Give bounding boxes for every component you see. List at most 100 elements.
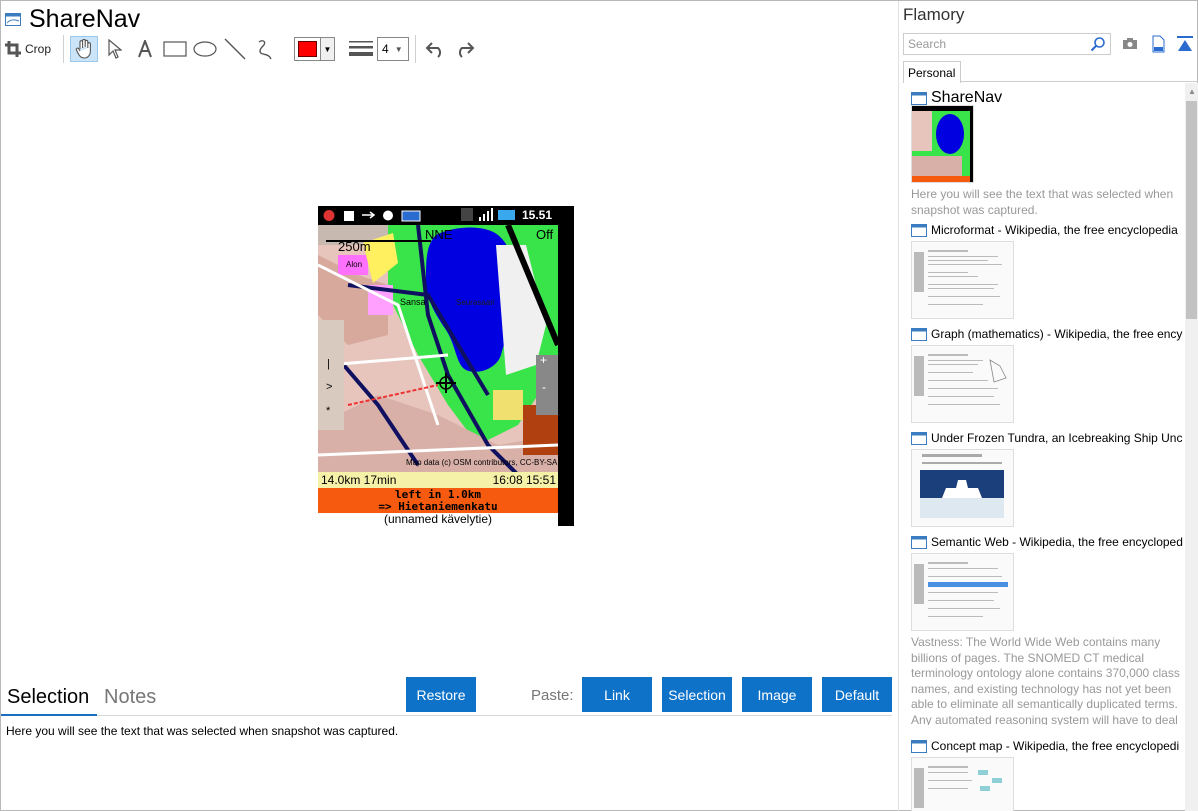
- window-title: ShareNav: [29, 5, 141, 33]
- text-tool-button[interactable]: [132, 36, 158, 62]
- freehand-icon: [258, 40, 272, 60]
- map-off-label: Off: [536, 227, 554, 242]
- map-zoom-in: +: [540, 353, 548, 367]
- document-icon[interactable]: [1149, 35, 1167, 53]
- crop-button[interactable]: Crop: [5, 36, 57, 62]
- webpage-thumbnail-image: [914, 766, 1002, 808]
- entry-title: Graph (mathematics) - Wikipedia, the fre…: [931, 327, 1183, 341]
- ellipse-tool-button[interactable]: [192, 36, 218, 62]
- drawing-toolbar: Crop ▼ 4 ▼: [5, 35, 482, 63]
- status-time: 15.51: [521, 208, 552, 222]
- color-picker[interactable]: ▼: [294, 37, 336, 61]
- entry-thumbnail: [911, 345, 1014, 423]
- paste-link-button[interactable]: Link: [582, 677, 652, 712]
- window-title-bar: ShareNav: [5, 5, 140, 33]
- camera-icon[interactable]: [1121, 35, 1139, 53]
- paste-default-button[interactable]: Default: [822, 677, 892, 712]
- map-attribution: Map data (c) OSM contributors, CC-BY-SA: [406, 458, 558, 467]
- snapshot-entry[interactable]: Microformat - Wikipedia, the free encycl…: [911, 222, 1183, 319]
- app-window: ShareNav Crop ▼ 4 ▼ 15.51 250m NNE Off S…: [0, 0, 1198, 811]
- line-icon: [224, 38, 246, 60]
- active-tab-indicator: [1, 714, 97, 716]
- app-window-icon: [5, 12, 21, 26]
- search-icon[interactable]: [1090, 36, 1106, 52]
- chevron-down-icon: ▼: [320, 38, 335, 60]
- pointer-icon: [108, 39, 123, 59]
- restore-button[interactable]: Restore: [406, 677, 476, 712]
- signal-icons: [461, 208, 515, 221]
- pin-top-icon[interactable]: [1176, 35, 1194, 53]
- undo-button[interactable]: [422, 36, 448, 62]
- page-icon: [911, 223, 927, 237]
- search-input[interactable]: Search: [903, 33, 1111, 55]
- undo-icon: [425, 42, 441, 58]
- crop-label: Crop: [25, 42, 52, 56]
- phone-status-bar: 15.51: [318, 206, 558, 225]
- snapshot-entry[interactable]: Semantic Web - Wikipedia, the free encyc…: [911, 534, 1183, 725]
- editor-pane: ShareNav Crop ▼ 4 ▼ 15.51 250m NNE Off S…: [1, 1, 898, 811]
- freehand-tool-button[interactable]: [252, 36, 278, 62]
- hand-icon: [75, 39, 91, 59]
- paste-image-button[interactable]: Image: [742, 677, 812, 712]
- snapshot-image[interactable]: 15.51 250m NNE Off Seurasaari Alon Sansa…: [318, 206, 574, 526]
- tab-divider: [961, 81, 1198, 82]
- page-icon: [911, 91, 927, 105]
- snapshot-entry[interactable]: Graph (mathematics) - Wikipedia, the fre…: [911, 326, 1183, 423]
- map-scale-label: 250m: [338, 239, 371, 254]
- snapshot-entry[interactable]: ShareNav Here you will see the text that…: [911, 89, 1183, 218]
- redo-icon: [459, 42, 475, 58]
- sidebar-scrollbar[interactable]: ▲: [1185, 83, 1198, 811]
- entry-thumbnail: [911, 241, 1014, 319]
- tab-notes[interactable]: Notes: [104, 684, 156, 710]
- trip-info-bar: 14.0km 17min 16:08 15:51: [318, 472, 558, 488]
- page-icon: [911, 327, 927, 341]
- ship-thumbnail-image: [920, 454, 1004, 518]
- entry-title: Microformat - Wikipedia, the free encycl…: [931, 223, 1178, 237]
- webpage-thumbnail-image: [914, 250, 1002, 305]
- line-width-selector[interactable]: 4 ▼: [349, 37, 410, 61]
- page-icon: [911, 535, 927, 549]
- rectangle-tool-button[interactable]: [162, 36, 188, 62]
- hand-tool-button[interactable]: [70, 36, 99, 62]
- tab-divider: [97, 715, 892, 716]
- page-icon: [911, 431, 927, 445]
- snapshot-entry[interactable]: Under Frozen Tundra, an Icebreaking Ship…: [911, 430, 1183, 527]
- map-thumbnail-image: [912, 106, 973, 182]
- webpage-thumbnail-image: [914, 562, 1008, 617]
- map-side-button: |: [327, 358, 330, 370]
- pointer-tool-button[interactable]: [102, 36, 128, 62]
- line-width-value: 4: [382, 42, 389, 56]
- page-icon: [911, 739, 927, 753]
- chevron-up-icon[interactable]: ▲: [1188, 87, 1196, 96]
- entry-title: Semantic Web - Wikipedia, the free encyc…: [931, 535, 1183, 549]
- redo-button[interactable]: [452, 36, 478, 62]
- toolbar-divider: [63, 35, 65, 63]
- entry-description: Vastness: The World Wide Web contains ma…: [911, 635, 1180, 725]
- scrollbar-thumb[interactable]: [1186, 101, 1197, 319]
- entry-title: Concept map - Wikipedia, the free encycl…: [931, 739, 1180, 753]
- tab-personal[interactable]: Personal: [903, 61, 961, 83]
- tab-selection[interactable]: Selection: [7, 684, 89, 710]
- status-icons: [323, 210, 421, 222]
- map-side-button: >: [326, 381, 333, 393]
- sidebar-title: Flamory: [903, 5, 965, 24]
- trip-distance: 14.0km 17min: [321, 473, 397, 487]
- entry-thumbnail: [911, 757, 1014, 811]
- entry-thumbnail: [911, 105, 974, 183]
- entry-thumbnail: [911, 449, 1014, 527]
- current-street: (unnamed kävelytie): [318, 513, 558, 526]
- trip-time: 16:08 15:51: [492, 473, 556, 487]
- flamory-sidebar: Flamory Search Personal ▲ ShareNav Here …: [898, 1, 1198, 811]
- selection-text: Here you will see the text that was sele…: [6, 724, 399, 738]
- map-lake-label: Seurasaari: [456, 298, 495, 307]
- search-placeholder: Search: [908, 37, 947, 51]
- line-width-icon: [349, 41, 374, 56]
- paste-label: Paste:: [531, 687, 574, 704]
- entry-title: Under Frozen Tundra, an Icebreaking Ship…: [931, 431, 1183, 445]
- phone-edge: [558, 206, 574, 526]
- map-zoom-out: -: [542, 380, 546, 394]
- line-tool-button[interactable]: [222, 36, 248, 62]
- line-width-dropdown[interactable]: 4 ▼: [377, 37, 410, 61]
- paste-selection-button[interactable]: Selection: [662, 677, 732, 712]
- snapshot-entry[interactable]: Concept map - Wikipedia, the free encycl…: [911, 738, 1183, 811]
